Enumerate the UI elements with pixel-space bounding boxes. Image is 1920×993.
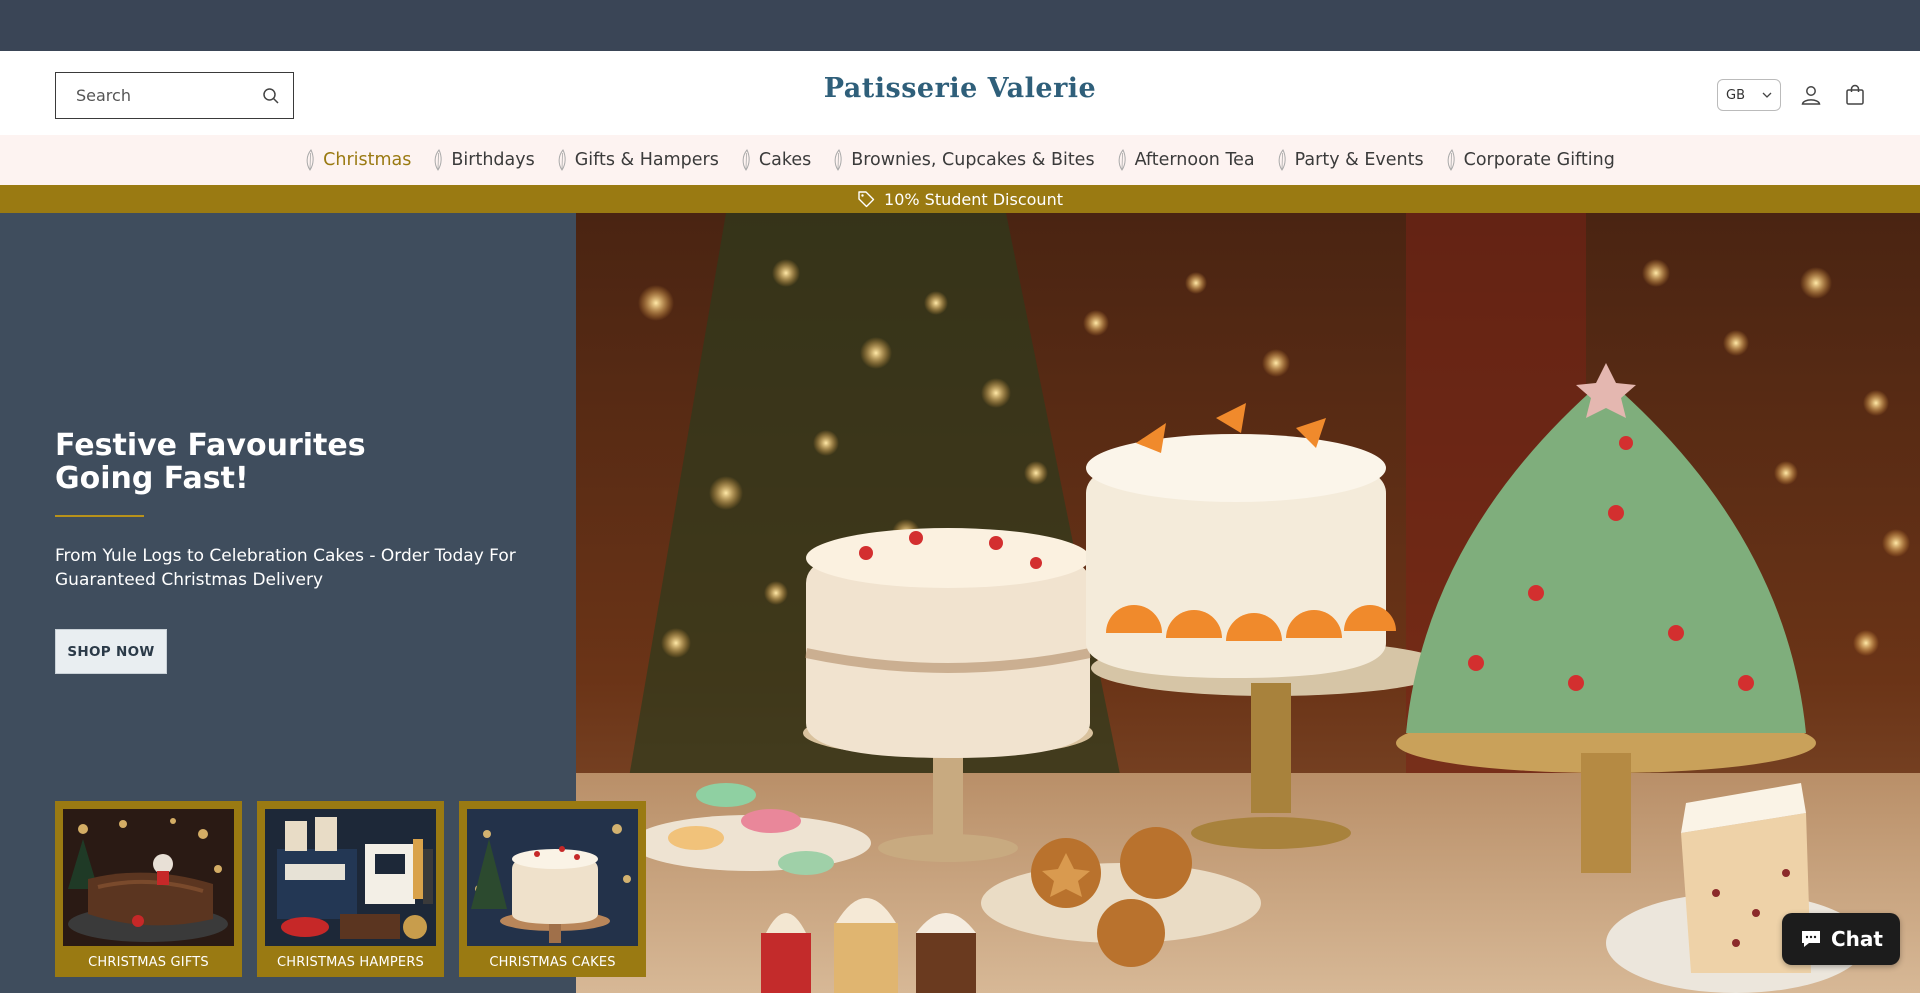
nav-item-christmas[interactable]: Christmas xyxy=(305,149,411,171)
cart-icon[interactable] xyxy=(1843,83,1867,107)
hero-banner: Festive Favourites Going Fast! From Yule… xyxy=(0,213,1920,993)
search-icon[interactable] xyxy=(261,86,281,106)
chat-label: Chat xyxy=(1831,927,1883,951)
hero-headline-line-2: Going Fast! xyxy=(55,461,249,496)
chevron-down-icon xyxy=(1762,92,1772,98)
tile-christmas-gifts[interactable]: CHRISTMAS GIFTS xyxy=(55,801,242,977)
chat-button[interactable]: Chat xyxy=(1782,913,1900,965)
search-box[interactable] xyxy=(55,72,294,119)
tile-label: CHRISTMAS CAKES xyxy=(489,955,616,970)
category-tiles: CHRISTMAS GIFTS CHRISTMAS HAMPERS CHRIST… xyxy=(55,801,661,977)
country-code: GB xyxy=(1726,87,1745,103)
tile-christmas-cakes[interactable]: CHRISTMAS CAKES xyxy=(459,801,646,977)
nav-label: Brownies, Cupcakes & Bites xyxy=(851,150,1095,170)
nav-item-corporate-gifting[interactable]: Corporate Gifting xyxy=(1446,149,1615,171)
announcement-strip xyxy=(0,0,1920,51)
nav-label: Birthdays xyxy=(451,150,535,170)
promo-bar[interactable]: 10% Student Discount xyxy=(0,185,1920,213)
tile-image xyxy=(467,809,638,946)
leaf-icon xyxy=(834,149,842,171)
leaf-icon xyxy=(1118,149,1126,171)
account-icon[interactable] xyxy=(1799,83,1823,107)
country-selector[interactable]: GB xyxy=(1717,79,1781,111)
nav-label: Party & Events xyxy=(1294,150,1424,170)
site-header: Patisserie Valerie GB xyxy=(0,51,1920,135)
nav-item-gifts-hampers[interactable]: Gifts & Hampers xyxy=(557,149,719,171)
leaf-icon xyxy=(435,149,443,171)
tile-christmas-hampers[interactable]: CHRISTMAS HAMPERS xyxy=(257,801,444,977)
promo-text: 10% Student Discount xyxy=(884,189,1063,209)
leaf-icon xyxy=(1447,149,1455,171)
search-input[interactable] xyxy=(56,86,246,105)
hero-subtext: From Yule Logs to Celebration Cakes - Or… xyxy=(55,546,516,590)
nav-item-brownies-cupcakes-bites[interactable]: Brownies, Cupcakes & Bites xyxy=(833,149,1095,171)
hero-image[interactable] xyxy=(576,213,1920,993)
chat-bubble-icon xyxy=(1802,931,1820,947)
leaf-icon xyxy=(558,149,566,171)
site-logo[interactable]: Patisserie Valerie xyxy=(824,73,1097,104)
hero-headline-line-1: Festive Favourites xyxy=(55,428,366,463)
nav-label: Corporate Gifting xyxy=(1463,150,1615,170)
leaf-icon xyxy=(742,149,750,171)
nav-label: Christmas xyxy=(323,150,412,170)
leaf-icon xyxy=(1278,149,1286,171)
nav-item-birthdays[interactable]: Birthdays xyxy=(433,149,535,171)
headline-divider xyxy=(55,515,144,517)
tag-icon xyxy=(858,191,875,208)
nav-item-cakes[interactable]: Cakes xyxy=(741,149,811,171)
nav-item-party-events[interactable]: Party & Events xyxy=(1277,149,1424,171)
tile-label: CHRISTMAS HAMPERS xyxy=(276,955,425,970)
nav-label: Cakes xyxy=(758,150,812,170)
tile-image xyxy=(63,809,234,946)
hero-headline: Festive Favourites Going Fast! xyxy=(55,429,475,495)
nav-label: Afternoon Tea xyxy=(1134,150,1255,170)
nav-label: Gifts & Hampers xyxy=(574,150,719,170)
main-nav: Christmas Birthdays Gifts & Hampers Cake… xyxy=(0,135,1920,185)
nav-item-afternoon-tea[interactable]: Afternoon Tea xyxy=(1117,149,1255,171)
shop-now-button[interactable]: SHOP NOW xyxy=(55,629,167,674)
tile-label: CHRISTMAS GIFTS xyxy=(88,955,209,970)
leaf-icon xyxy=(306,149,314,171)
tile-image xyxy=(265,809,436,946)
